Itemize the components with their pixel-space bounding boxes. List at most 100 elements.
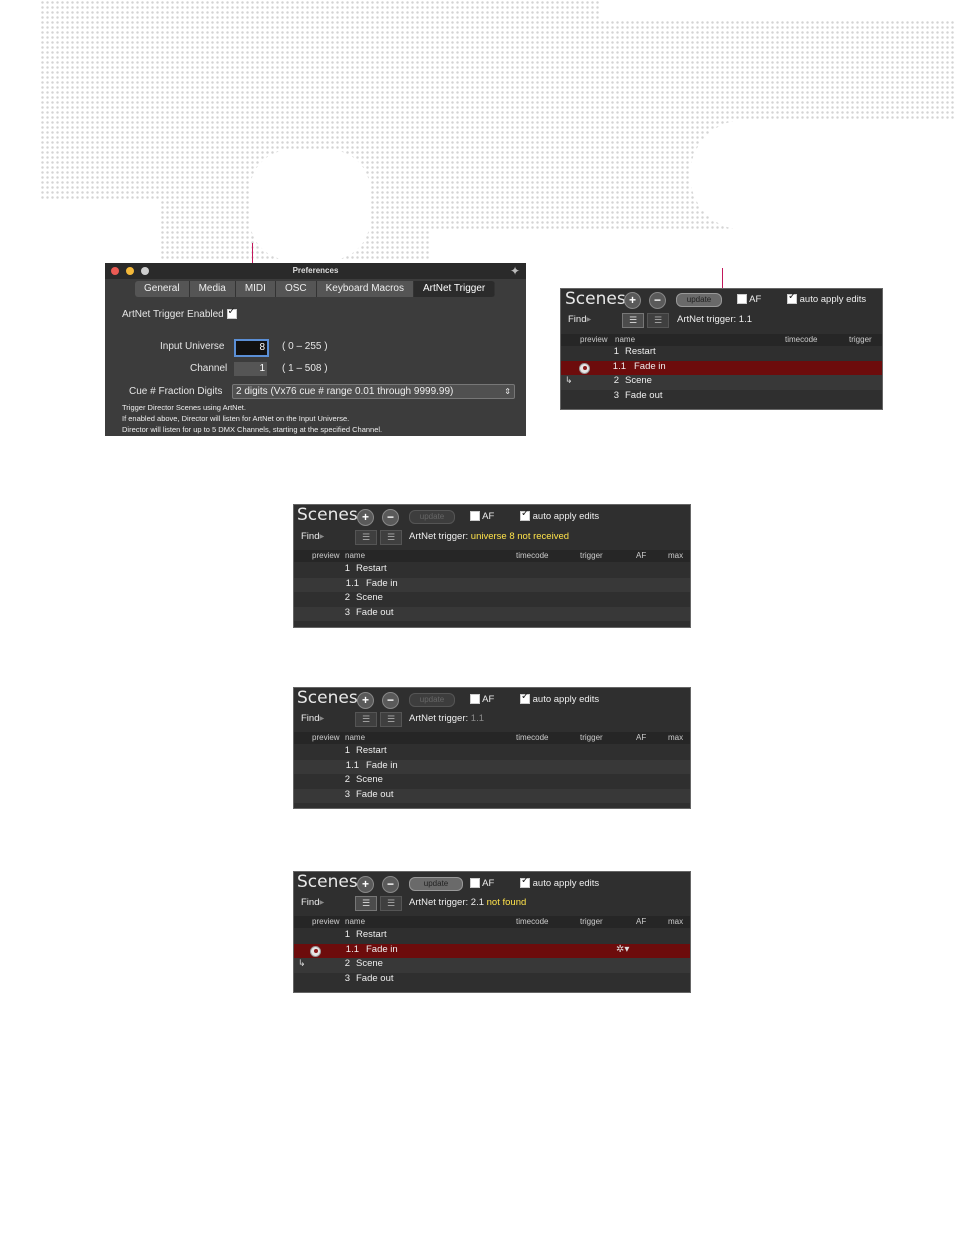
table-row-selected[interactable]: 1.1 Fade in ✲▾ bbox=[294, 943, 690, 958]
col-trigger[interactable]: trigger bbox=[849, 335, 872, 344]
add-scene-button[interactable]: + bbox=[357, 876, 374, 893]
af-checkbox[interactable] bbox=[470, 878, 480, 889]
table-row[interactable]: ↳ 2 Scene bbox=[561, 375, 882, 390]
update-button[interactable]: update bbox=[409, 693, 455, 707]
filter-button-2[interactable]: ☰ bbox=[380, 712, 402, 727]
af-toggle[interactable]: AF bbox=[470, 878, 494, 889]
col-preview[interactable]: preview bbox=[580, 335, 608, 344]
af-checkbox[interactable] bbox=[737, 294, 747, 305]
tab-osc[interactable]: OSC bbox=[276, 281, 317, 297]
col-name[interactable]: name bbox=[345, 733, 365, 742]
row-name: Scene bbox=[356, 774, 383, 785]
col-name[interactable]: name bbox=[615, 335, 635, 344]
col-max[interactable]: max bbox=[668, 917, 683, 926]
col-trigger[interactable]: trigger bbox=[580, 917, 603, 926]
col-max[interactable]: max bbox=[668, 733, 683, 742]
col-timecode[interactable]: timecode bbox=[785, 335, 817, 344]
channel-field[interactable]: 1 bbox=[234, 362, 267, 376]
table-row[interactable]: 3 Fade out bbox=[294, 973, 690, 988]
disclosure-triangle-icon: ▸ bbox=[319, 713, 325, 724]
col-timecode[interactable]: timecode bbox=[516, 733, 548, 742]
col-trigger[interactable]: trigger bbox=[580, 733, 603, 742]
af-toggle[interactable]: AF bbox=[470, 511, 494, 522]
col-max[interactable]: max bbox=[668, 551, 683, 560]
filter-button[interactable]: ☰ bbox=[355, 530, 377, 545]
remove-scene-button[interactable]: − bbox=[649, 292, 666, 309]
remove-scene-button[interactable]: − bbox=[382, 692, 399, 709]
auto-apply-toggle[interactable]: auto apply edits bbox=[520, 508, 599, 522]
col-af[interactable]: AF bbox=[636, 917, 646, 926]
update-button[interactable]: update bbox=[676, 293, 722, 307]
table-row[interactable]: ↳ 2 Scene bbox=[294, 958, 690, 973]
add-scene-button[interactable]: + bbox=[357, 509, 374, 526]
channel-label: Channel bbox=[190, 363, 228, 374]
col-preview[interactable]: preview bbox=[312, 917, 340, 926]
col-timecode[interactable]: timecode bbox=[516, 917, 548, 926]
add-scene-button[interactable]: + bbox=[624, 292, 641, 309]
af-toggle[interactable]: AF bbox=[470, 694, 494, 705]
table-row[interactable]: 1 Restart bbox=[294, 563, 690, 578]
col-name[interactable]: name bbox=[345, 551, 365, 560]
table-row[interactable]: 3 Fade out bbox=[294, 788, 690, 803]
update-button[interactable]: update bbox=[409, 877, 463, 891]
auto-apply-toggle[interactable]: auto apply edits bbox=[787, 291, 866, 305]
tab-general[interactable]: General bbox=[135, 281, 190, 297]
remove-scene-button[interactable]: − bbox=[382, 509, 399, 526]
tab-keyboard-macros[interactable]: Keyboard Macros bbox=[317, 281, 414, 297]
col-timecode[interactable]: timecode bbox=[516, 551, 548, 560]
find-control[interactable]: Find▸ bbox=[301, 531, 324, 542]
update-button[interactable]: update bbox=[409, 510, 455, 524]
pin-icon[interactable]: ✦ bbox=[510, 264, 520, 278]
row-name: Restart bbox=[356, 745, 387, 756]
table-row[interactable]: 2 Scene bbox=[294, 592, 690, 607]
col-preview[interactable]: preview bbox=[312, 733, 340, 742]
table-header: preview name timecode trigger AF max bbox=[294, 732, 690, 744]
filter-button[interactable]: ☰ bbox=[355, 896, 377, 911]
auto-apply-toggle[interactable]: auto apply edits bbox=[520, 691, 599, 705]
af-checkbox[interactable] bbox=[470, 511, 480, 522]
artnet-enabled-checkbox[interactable] bbox=[226, 306, 237, 320]
row-name: Fade in bbox=[366, 577, 398, 589]
find-control[interactable]: Find▸ bbox=[568, 314, 591, 325]
col-af[interactable]: AF bbox=[636, 551, 646, 560]
tab-midi[interactable]: MIDI bbox=[236, 281, 276, 297]
find-control[interactable]: Find▸ bbox=[301, 713, 324, 724]
input-universe-field[interactable]: 8 bbox=[234, 339, 269, 357]
remove-scene-button[interactable]: − bbox=[382, 876, 399, 893]
record-icon[interactable] bbox=[310, 945, 321, 957]
auto-apply-checkbox[interactable] bbox=[520, 875, 530, 889]
table-row-selected[interactable]: 1.1 Fade in bbox=[561, 360, 882, 375]
filter-button-2[interactable]: ☰ bbox=[380, 530, 402, 545]
auto-apply-checkbox[interactable] bbox=[520, 691, 530, 705]
table-row[interactable]: 1 Restart bbox=[294, 745, 690, 760]
row-name: Restart bbox=[625, 346, 656, 357]
table-row[interactable]: 1 Restart bbox=[294, 929, 690, 944]
table-row[interactable]: 1.1 Fade in bbox=[294, 577, 690, 592]
input-universe-range: ( 0 – 255 ) bbox=[282, 341, 328, 352]
filter-button-2[interactable]: ☰ bbox=[647, 313, 669, 328]
table-row[interactable]: 1.1 Fade in bbox=[294, 759, 690, 774]
col-preview[interactable]: preview bbox=[312, 551, 340, 560]
af-toggle[interactable]: AF bbox=[737, 294, 761, 305]
add-scene-button[interactable]: + bbox=[357, 692, 374, 709]
col-name[interactable]: name bbox=[345, 917, 365, 926]
find-control[interactable]: Find▸ bbox=[301, 897, 324, 908]
table-row[interactable]: 2 Scene bbox=[294, 774, 690, 789]
table-row[interactable]: 3 Fade out bbox=[561, 390, 882, 405]
tab-media[interactable]: Media bbox=[190, 281, 236, 297]
tab-artnet-trigger[interactable]: ArtNet Trigger bbox=[413, 281, 496, 297]
filter-button[interactable]: ☰ bbox=[622, 313, 644, 328]
col-trigger[interactable]: trigger bbox=[580, 551, 603, 560]
col-af[interactable]: AF bbox=[636, 733, 646, 742]
table-row[interactable]: 3 Fade out bbox=[294, 606, 690, 621]
table-row[interactable]: 1 Restart bbox=[561, 346, 882, 361]
record-icon[interactable] bbox=[579, 362, 590, 374]
filter-button-2[interactable]: ☰ bbox=[380, 896, 402, 911]
auto-apply-toggle[interactable]: auto apply edits bbox=[520, 875, 599, 889]
fraction-digits-select[interactable]: 2 digits (Vx76 cue # range 0.01 through … bbox=[232, 384, 515, 399]
af-checkbox[interactable] bbox=[470, 694, 480, 705]
filter-button[interactable]: ☰ bbox=[355, 712, 377, 727]
gear-icon[interactable]: ✲▾ bbox=[616, 944, 629, 955]
auto-apply-checkbox[interactable] bbox=[787, 291, 797, 305]
auto-apply-checkbox[interactable] bbox=[520, 508, 530, 522]
